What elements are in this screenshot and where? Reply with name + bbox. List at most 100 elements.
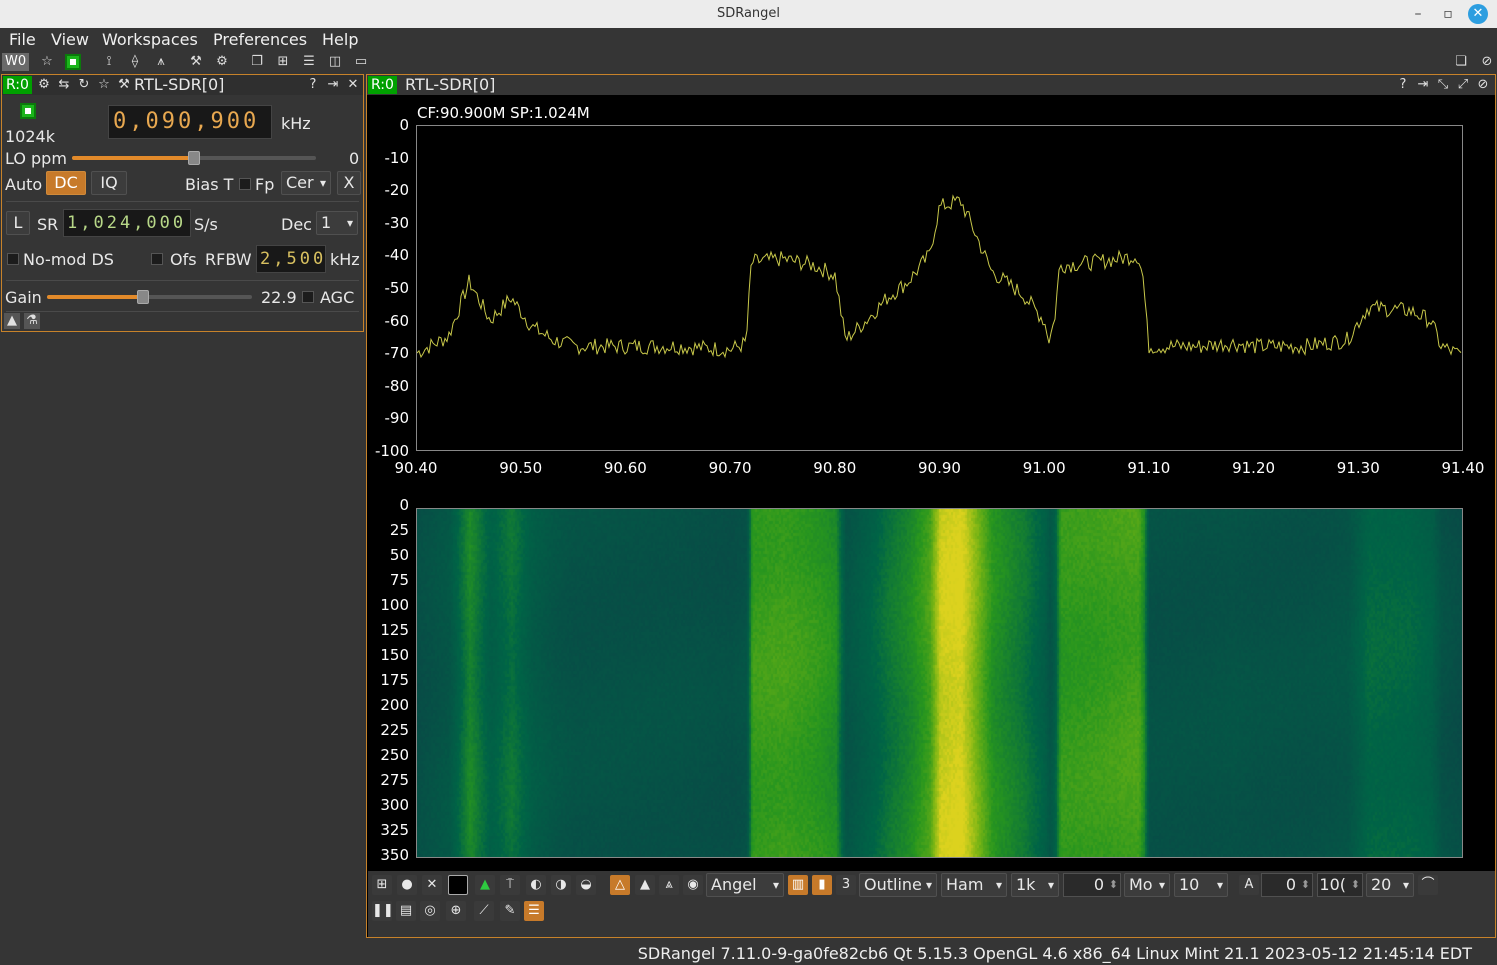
add-mimo-icon[interactable]: ⩚ xyxy=(152,53,170,71)
close-icon[interactable]: ✕ xyxy=(1468,4,1488,24)
add-tx-icon[interactable]: ⟠ xyxy=(126,53,144,71)
waterfall-icon[interactable]: ▮ xyxy=(812,875,832,895)
peak-hold-icon[interactable]: ⍑ xyxy=(500,875,520,895)
current-icon[interactable]: ▲ xyxy=(635,875,655,895)
menu-view[interactable]: View xyxy=(51,30,89,49)
spectrum-fill-icon[interactable]: ▲ xyxy=(475,875,495,895)
fps-combo[interactable]: 20 xyxy=(1366,873,1414,897)
spectrum-badge[interactable]: R:0 xyxy=(368,76,397,94)
mode-combo[interactable]: Mo xyxy=(1124,873,1170,897)
maximize-icon[interactable]: ▫ xyxy=(1438,4,1458,24)
star-icon[interactable]: ☆ xyxy=(38,53,56,71)
help-icon[interactable]: ? xyxy=(304,76,322,94)
device-badge[interactable]: R:0 xyxy=(3,76,32,94)
avg-spin[interactable]: 0 xyxy=(1261,873,1313,897)
move-icon[interactable]: ⇥ xyxy=(1414,76,1432,94)
grid-icon[interactable]: ⊞ xyxy=(372,875,392,895)
collapse-icon[interactable]: ▲ xyxy=(4,313,20,329)
iq-button[interactable]: IQ xyxy=(91,171,127,195)
l-button[interactable]: L xyxy=(6,211,30,235)
menu-workspaces[interactable]: Workspaces xyxy=(102,30,198,49)
dc-button[interactable]: DC xyxy=(46,171,86,195)
save-icon[interactable]: ▤ xyxy=(396,901,416,921)
shrink-icon[interactable]: ⤡ xyxy=(1434,76,1452,94)
trace-intensity-icon[interactable]: ◐ xyxy=(526,875,546,895)
measure-icon[interactable]: ⟋ xyxy=(474,901,494,921)
channel-tree-icon[interactable]: ⚗ xyxy=(24,313,40,329)
menu-help[interactable]: Help xyxy=(322,30,358,49)
ofs-checkbox[interactable] xyxy=(151,253,163,265)
gain-slider[interactable] xyxy=(47,290,252,304)
hide-panel-icon[interactable]: ⊘ xyxy=(1474,76,1492,94)
menu-file[interactable]: File xyxy=(9,30,36,49)
fft-size-combo[interactable]: 1k xyxy=(1011,873,1059,897)
waterfall-tick-label: 275 xyxy=(380,771,409,789)
linear-log-icon[interactable]: ⌒ xyxy=(1418,875,1438,895)
rfbw-dial[interactable]: 2,500 xyxy=(256,245,326,273)
stroke-icon[interactable]: ◒ xyxy=(576,875,596,895)
pause-icon[interactable]: ❚❚ xyxy=(372,901,394,921)
feature-icon[interactable]: ⚒ xyxy=(115,76,133,94)
3d-icon[interactable]: 3 xyxy=(836,875,856,895)
add-rx-icon[interactable]: ⟟ xyxy=(100,53,118,71)
hide-icon[interactable]: ⊘ xyxy=(1478,53,1496,71)
outline-combo[interactable]: Outline xyxy=(859,873,937,897)
swap-icon[interactable]: ⇆ xyxy=(55,76,73,94)
frequency-dial[interactable]: 0,090,900 xyxy=(108,105,272,139)
close-panel-icon[interactable]: ✕ xyxy=(344,76,362,94)
menu-preferences[interactable]: Preferences xyxy=(213,30,307,49)
x-button[interactable]: X xyxy=(337,171,361,195)
feature-settings-icon[interactable]: ⚙ xyxy=(213,53,231,71)
palette-combo[interactable]: Angel xyxy=(706,873,784,897)
minimize-icon[interactable]: – xyxy=(1408,4,1428,24)
tab-icon[interactable]: ◫ xyxy=(326,53,344,71)
help-icon[interactable]: ? xyxy=(1394,76,1412,94)
add-feature-icon[interactable]: ⚒ xyxy=(187,53,205,71)
start-stop-icon[interactable] xyxy=(65,54,81,70)
agc-checkbox[interactable] xyxy=(302,291,314,303)
ref-level-spin[interactable]: 0 xyxy=(1063,873,1121,897)
avg-icon[interactable]: ⩓ xyxy=(659,875,679,895)
fp-combo[interactable]: Cer xyxy=(281,171,331,195)
background-icon[interactable] xyxy=(448,875,468,895)
decay-icon[interactable]: ◑ xyxy=(551,875,571,895)
stack-icon[interactable]: ☰ xyxy=(300,53,318,71)
sample-rate-dial[interactable]: 1,024,000 xyxy=(63,209,191,237)
workspace-badge[interactable]: W0 xyxy=(2,53,30,71)
spectrum-plot[interactable] xyxy=(416,125,1463,451)
lo-ppm-knob[interactable] xyxy=(188,151,200,165)
menu-icon[interactable]: ☰ xyxy=(524,901,544,921)
undock-icon[interactable]: ❏ xyxy=(1452,53,1470,71)
cascade-icon[interactable]: ❐ xyxy=(248,53,266,71)
grid-intensity-icon[interactable]: ● xyxy=(397,875,417,895)
rate-spin[interactable]: 10( xyxy=(1317,873,1363,897)
dec-combo[interactable]: 1 xyxy=(316,211,358,235)
spectrum-panel-header: R:0 RTL-SDR[0] ? ⇥ ⤡ ⤢ ⊘ xyxy=(367,75,1495,95)
bias-t-checkbox[interactable] xyxy=(239,178,251,190)
move-icon[interactable]: ⇥ xyxy=(324,76,342,94)
maximize-panel-icon[interactable]: ⤢ xyxy=(1454,76,1472,94)
broadcast-icon[interactable]: ◎ xyxy=(420,901,440,921)
tile-icon[interactable]: ⊞ xyxy=(274,53,292,71)
lo-ppm-slider[interactable] xyxy=(72,151,316,165)
gain-knob[interactable] xyxy=(137,290,150,304)
favorite-icon[interactable]: ☆ xyxy=(95,76,113,94)
y-tick-label: -70 xyxy=(384,344,410,363)
crosshair-icon[interactable]: ⊕ xyxy=(446,901,466,921)
avg-mode-button[interactable]: A xyxy=(1239,875,1259,895)
waterfall-plot[interactable] xyxy=(416,508,1463,858)
clear-icon[interactable]: ✕ xyxy=(422,875,442,895)
nomod-checkbox[interactable] xyxy=(7,253,19,265)
phosphor-icon[interactable]: ◉ xyxy=(683,875,703,895)
window-combo[interactable]: Ham xyxy=(941,873,1007,897)
max-hold-icon[interactable]: △ xyxy=(610,875,630,895)
device-start-button[interactable] xyxy=(20,103,36,119)
window-icon[interactable]: ▭ xyxy=(352,53,370,71)
gear-icon[interactable]: ⚙ xyxy=(35,76,53,94)
spectrum-area[interactable]: CF:90.900M SP:1.024M 0 -10 -20 -30 -40 -50 -60… xyxy=(368,95,1495,869)
range-combo[interactable]: 10 xyxy=(1174,873,1228,897)
spectrogram-icon[interactable]: ▥ xyxy=(788,875,808,895)
markers-icon[interactable]: ✎ xyxy=(500,901,520,921)
reload-icon[interactable]: ↻ xyxy=(75,76,93,94)
gain-fill xyxy=(47,295,144,299)
